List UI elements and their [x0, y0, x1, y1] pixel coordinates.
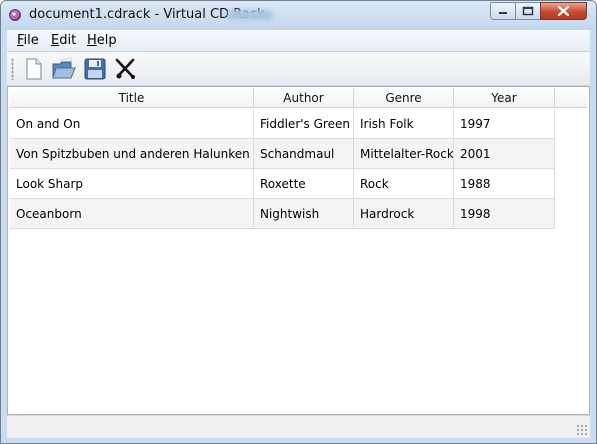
new-document-icon: [26, 58, 42, 80]
save-button[interactable]: [82, 56, 108, 82]
table-row[interactable]: Von Spitzbuben und anderen Halunken Scha…: [10, 139, 555, 169]
status-bar: [7, 415, 590, 438]
cell-year: 1988: [454, 169, 555, 199]
close-button[interactable]: [540, 2, 587, 20]
table-header: Title Author Genre Year: [10, 88, 587, 108]
cell-year: 2001: [454, 139, 555, 169]
cut-button[interactable]: [113, 56, 139, 82]
toolbar: [7, 52, 590, 86]
resize-grip[interactable]: [576, 424, 588, 436]
cell-genre: Irish Folk: [354, 109, 454, 139]
cut-scissors-icon: [115, 58, 135, 79]
main-window: document1.cdrack - Virtual CD Rack File …: [0, 0, 597, 444]
save-disk-icon: [84, 58, 106, 80]
menu-edit[interactable]: Edit: [51, 33, 76, 48]
cell-author: Roxette: [254, 169, 354, 199]
column-header-title[interactable]: Title: [10, 88, 254, 108]
table-row[interactable]: Oceanborn Nightwish Hardrock 1998: [10, 199, 555, 229]
menu-help[interactable]: Help: [87, 33, 117, 48]
cell-genre: Hardrock: [354, 199, 454, 229]
menu-edit-label: dit: [59, 33, 77, 48]
column-header-filler: [555, 88, 587, 108]
cell-author: Fiddler's Green: [254, 109, 354, 139]
cell-genre: Rock: [354, 169, 454, 199]
cell-year: 1997: [454, 109, 555, 139]
maximize-icon: [522, 6, 534, 16]
cd-table[interactable]: Title Author Genre Year On and On Fiddle…: [7, 86, 590, 415]
title-bar[interactable]: document1.cdrack - Virtual CD Rack: [1, 1, 596, 30]
cell-author: Schandmaul: [254, 139, 354, 169]
cell-title: Look Sharp: [10, 169, 254, 199]
cell-title: On and On: [10, 109, 254, 139]
column-header-author[interactable]: Author: [254, 88, 354, 108]
new-document-button[interactable]: [21, 56, 47, 82]
minimize-button[interactable]: [490, 2, 516, 20]
column-header-year[interactable]: Year: [454, 88, 555, 108]
open-folder-icon: [52, 57, 76, 79]
cell-author: Nightwish: [254, 199, 354, 229]
app-cd-icon[interactable]: [9, 9, 21, 21]
menu-help-mnemonic: H: [87, 33, 97, 48]
cell-genre: Mittelalter-Rock: [354, 139, 454, 169]
menu-bar: File Edit Help: [7, 30, 590, 52]
title-blur-decoration: [227, 10, 273, 20]
menu-file[interactable]: File: [17, 33, 39, 48]
close-icon: [557, 5, 570, 17]
column-header-genre[interactable]: Genre: [354, 88, 454, 108]
menu-edit-mnemonic: E: [51, 33, 60, 48]
cell-title: Von Spitzbuben und anderen Halunken: [10, 139, 254, 169]
table-row[interactable]: On and On Fiddler's Green Irish Folk 199…: [10, 109, 555, 139]
table-row[interactable]: Look Sharp Roxette Rock 1988: [10, 169, 555, 199]
menu-file-label: ile: [23, 33, 39, 48]
minimize-icon: [499, 12, 507, 14]
cell-title: Oceanborn: [10, 199, 254, 229]
toolbar-grip[interactable]: [11, 58, 14, 80]
open-folder-button[interactable]: [51, 56, 77, 82]
menu-help-label: elp: [96, 33, 117, 48]
cell-year: 1998: [454, 199, 555, 229]
maximize-button[interactable]: [515, 2, 541, 20]
